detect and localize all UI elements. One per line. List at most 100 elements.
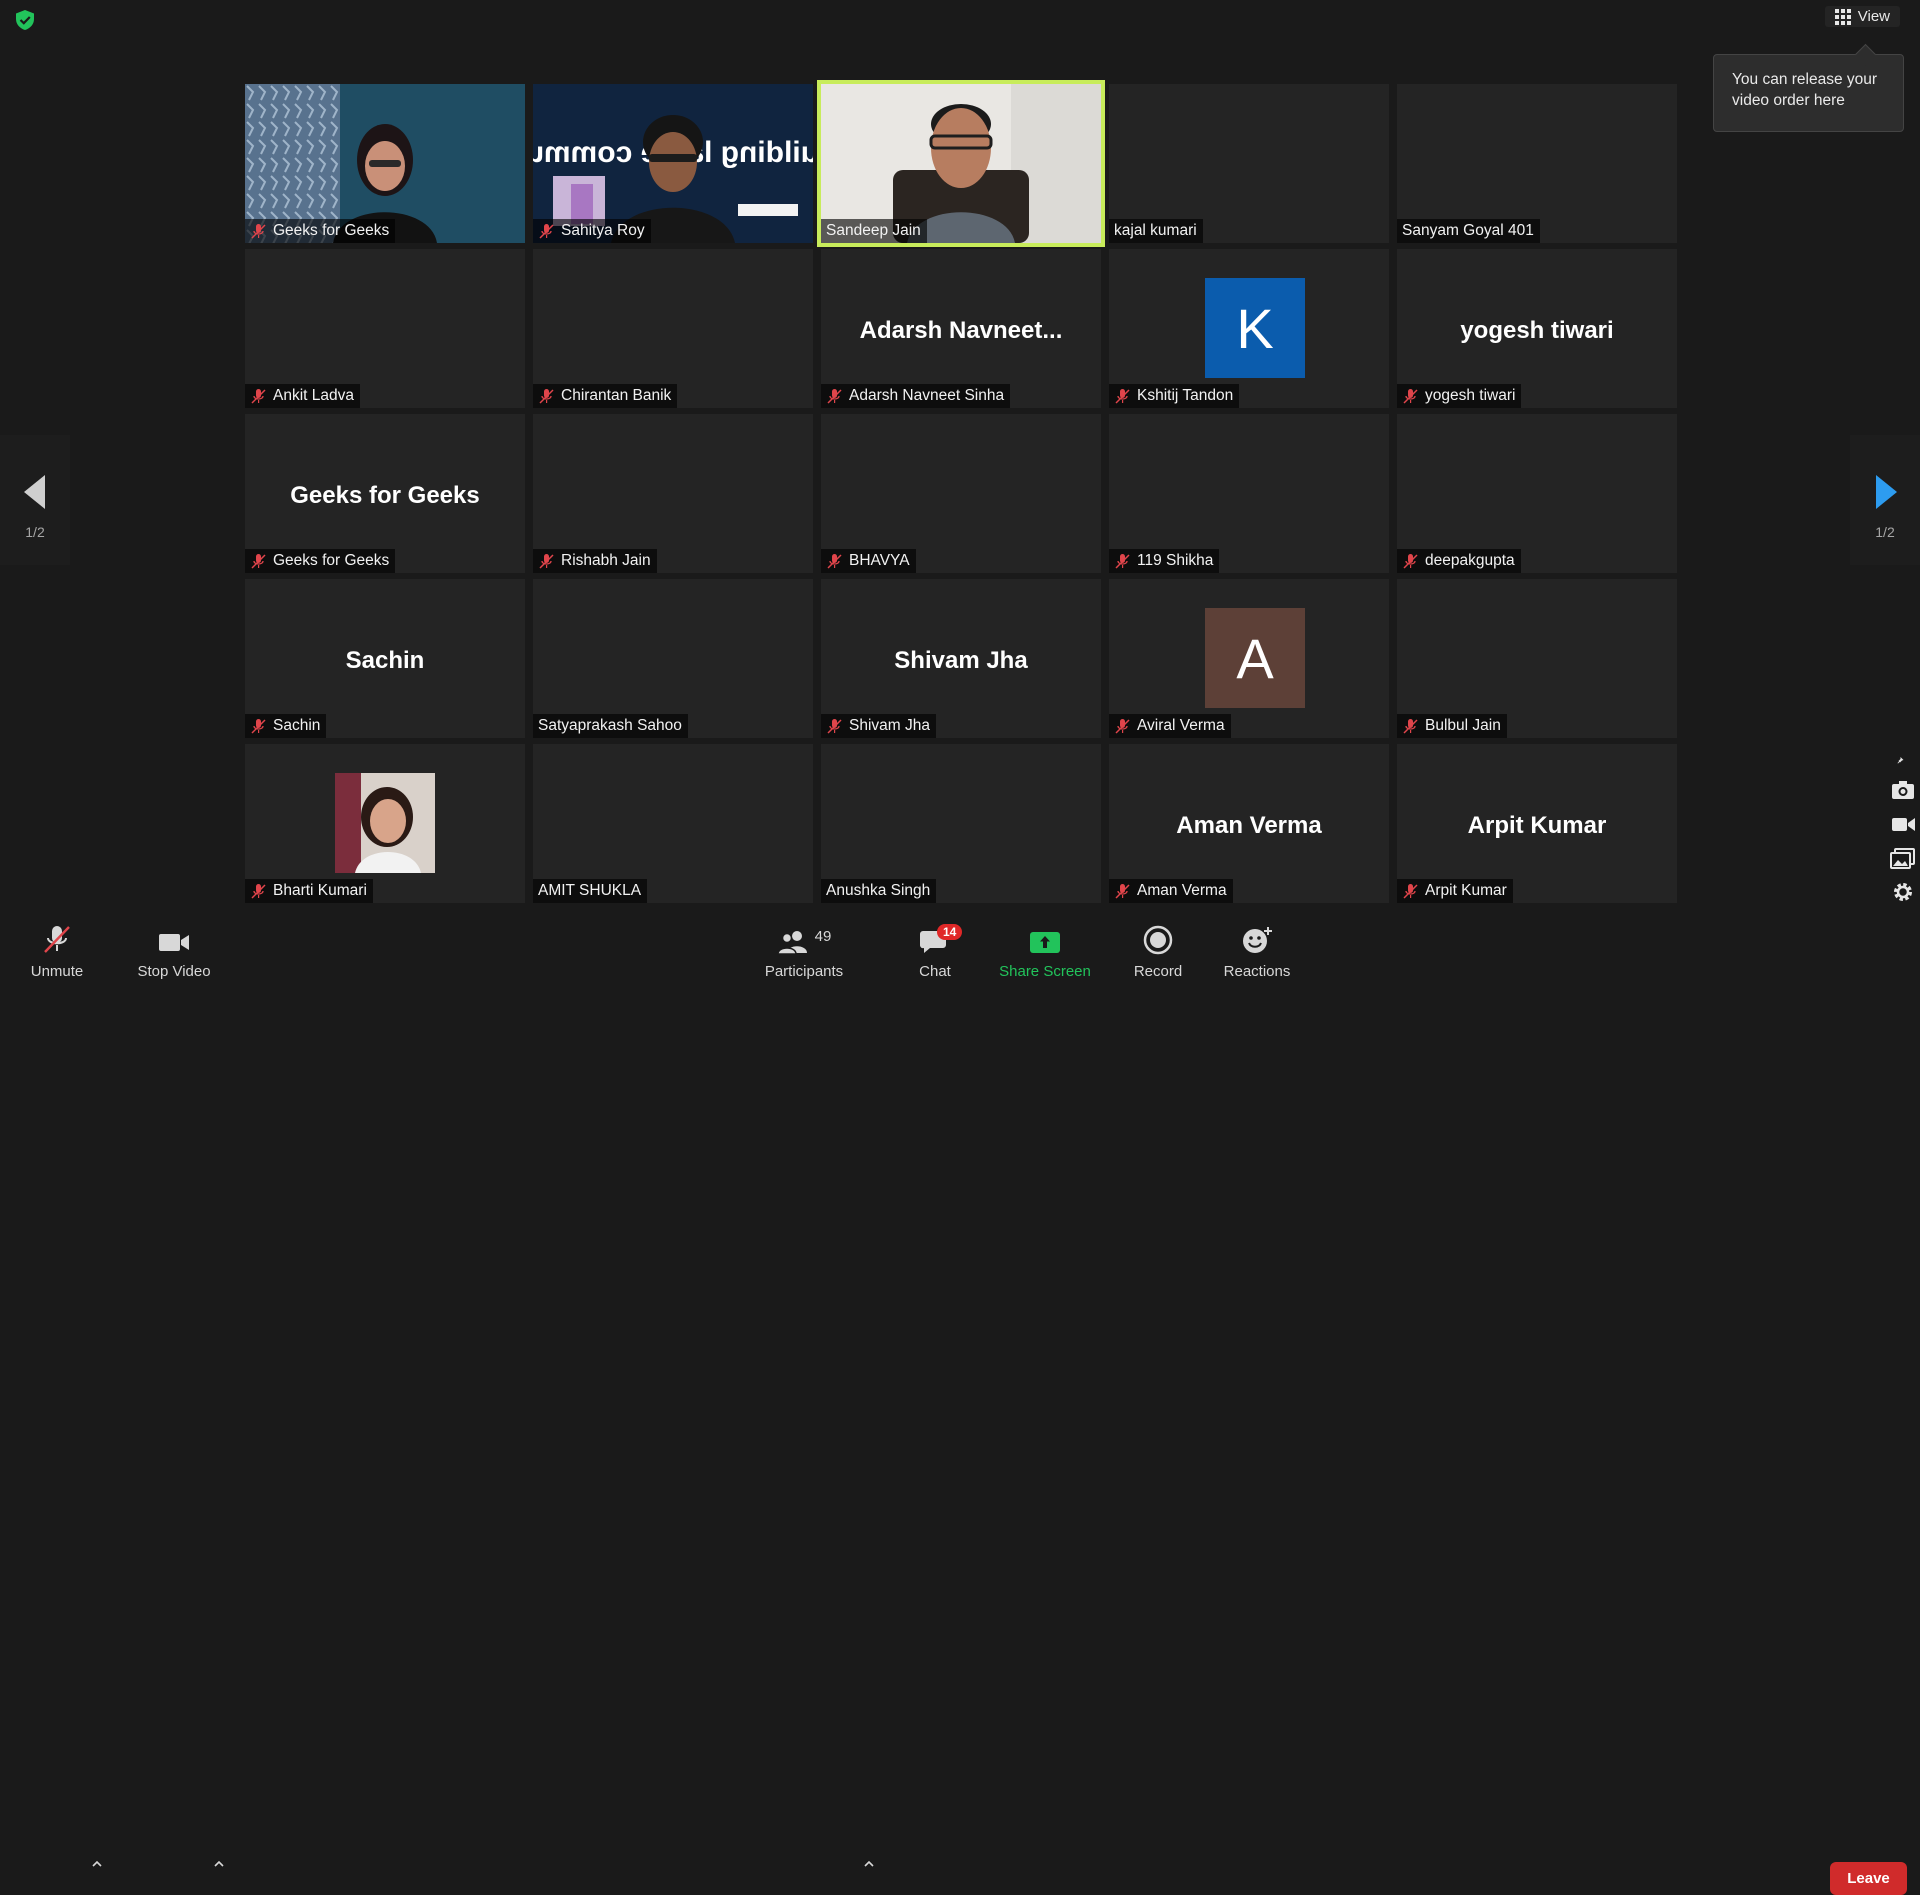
participant-tile[interactable]: BHAVYA	[821, 414, 1101, 573]
reactions-button[interactable]: Reactions	[1222, 917, 1292, 989]
participant-tile[interactable]: Rishabh Jain	[533, 414, 813, 573]
participant-display-name: yogesh tiwari	[1460, 317, 1614, 344]
video-camera-icon[interactable]	[1890, 812, 1916, 836]
participant-avatar: A	[1205, 608, 1305, 708]
participant-tile[interactable]: Bharti Kumari	[245, 744, 525, 903]
participant-name: yogesh tiwari	[1425, 387, 1516, 404]
muted-mic-icon	[251, 884, 266, 899]
participant-name: Bulbul Jain	[1425, 717, 1501, 734]
participant-tile[interactable]: Geeks for Geeks Geeks for Geeks	[245, 414, 525, 573]
participant-name-tag: Bulbul Jain	[1397, 714, 1507, 738]
participants-button[interactable]: 49 Participants	[760, 917, 848, 989]
muted-mic-icon	[827, 389, 842, 404]
participant-name-tag: Satyaprakash Sahoo	[533, 714, 688, 738]
participant-tile[interactable]: Satyaprakash Sahoo	[533, 579, 813, 738]
record-button[interactable]: Record	[1130, 917, 1186, 989]
participant-tile[interactable]: AMIT SHUKLA	[533, 744, 813, 903]
participant-name-tag: Anushka Singh	[821, 879, 937, 903]
participant-tile[interactable]: Sachin Sachin	[245, 579, 525, 738]
participant-name: Sahitya Roy	[561, 222, 645, 239]
participant-name: AMIT SHUKLA	[538, 882, 642, 899]
chevron-right-icon	[1876, 475, 1897, 509]
participant-name: Sachin	[273, 717, 321, 734]
participant-tile[interactable]: Aman Verma Aman Verma	[1109, 744, 1389, 903]
participant-tile[interactable]: yogesh tiwari yogesh tiwari	[1397, 249, 1677, 408]
participants-icon	[776, 931, 807, 955]
release-video-order-tooltip: You can release your video order here	[1713, 54, 1904, 132]
gallery-icon[interactable]	[1890, 846, 1916, 870]
next-page-button[interactable]: 1/2	[1850, 435, 1920, 565]
participant-tile[interactable]: Bulbul Jain	[1397, 579, 1677, 738]
chat-label: Chat	[919, 963, 951, 980]
participant-tile[interactable]: Adarsh Navneet... Adarsh Navneet Sinha	[821, 249, 1101, 408]
participant-name-tag: Chirantan Banik	[533, 384, 678, 408]
grid-view-icon	[1834, 8, 1851, 25]
muted-mic-icon	[1403, 554, 1418, 569]
unmute-button[interactable]: Unmute	[24, 917, 90, 989]
unmute-label: Unmute	[30, 963, 84, 980]
participant-name-tag: Geeks for Geeks	[245, 219, 396, 243]
participant-name-tag: Kshitij Tandon	[1109, 384, 1240, 408]
previous-page-button[interactable]: 1/2	[0, 435, 70, 565]
muted-mic-icon	[251, 224, 266, 239]
page-indicator-right: 1/2	[1875, 524, 1895, 540]
participant-tile[interactable]: uilding large communitySahitya Roy	[533, 84, 813, 243]
stop-video-button[interactable]: Stop Video	[134, 917, 214, 989]
shield-check-icon[interactable]	[14, 9, 36, 31]
participant-tile[interactable]: K Kshitij Tandon	[1109, 249, 1389, 408]
participant-name: Anushka Singh	[826, 882, 931, 899]
camera-icon[interactable]	[1890, 778, 1916, 802]
participant-video-grid: Geeks for Geeks uilding large communitySa…	[245, 80, 1677, 903]
participant-tile[interactable]: Sanyam Goyal 401	[1397, 84, 1677, 243]
record-label: Record	[1133, 963, 1183, 980]
muted-microphone-icon	[44, 926, 70, 953]
settings-gear-icon[interactable]	[1890, 880, 1916, 904]
stop-video-label: Stop Video	[137, 963, 211, 980]
share-screen-label: Share Screen	[999, 963, 1091, 980]
participant-name: Adarsh Navneet Sinha	[849, 387, 1005, 404]
participant-name-tag: deepakgupta	[1397, 549, 1521, 573]
participant-tile[interactable]: Shivam Jha Shivam Jha	[821, 579, 1101, 738]
participant-name: Aman Verma	[1137, 882, 1227, 899]
participant-avatar: K	[1205, 278, 1305, 378]
record-icon	[1143, 925, 1173, 955]
pin-icon[interactable]	[1890, 756, 1916, 768]
chat-unread-badge: 14	[937, 924, 963, 940]
participant-name: Rishabh Jain	[561, 552, 651, 569]
chat-button[interactable]: Chat 14	[910, 917, 963, 989]
participant-name-tag: AMIT SHUKLA	[533, 879, 648, 903]
muted-mic-icon	[539, 389, 554, 404]
participant-tile[interactable]: deepakgupta	[1397, 414, 1677, 573]
participant-count: 49	[814, 928, 832, 945]
participant-tile[interactable]: Geeks for Geeks	[245, 84, 525, 243]
participant-tile[interactable]: Ankit Ladva	[245, 249, 525, 408]
muted-mic-icon	[1115, 554, 1130, 569]
participant-name: Bharti Kumari	[273, 882, 367, 899]
participant-name-tag: yogesh tiwari	[1397, 384, 1522, 408]
participants-options-caret-icon[interactable]	[863, 1860, 875, 1868]
participant-tile[interactable]: A Aviral Verma	[1109, 579, 1389, 738]
participant-tile[interactable]: 119 Shikha	[1109, 414, 1389, 573]
participant-display-name: Shivam Jha	[894, 647, 1028, 674]
participant-display-name: Sachin	[345, 647, 425, 674]
participant-tile[interactable]: kajal kumari	[1109, 84, 1389, 243]
participant-tile[interactable]: Chirantan Banik	[533, 249, 813, 408]
participant-tile[interactable]: Arpit Kumar Arpit Kumar	[1397, 744, 1677, 903]
muted-mic-icon	[251, 719, 266, 734]
view-button[interactable]: View	[1824, 6, 1900, 27]
participant-name: Sanyam Goyal 401	[1402, 222, 1534, 239]
muted-mic-icon	[827, 719, 842, 734]
share-screen-button[interactable]: Share Screen	[998, 917, 1092, 989]
video-options-caret-icon[interactable]	[213, 1860, 225, 1868]
participant-name: Satyaprakash Sahoo	[538, 717, 682, 734]
leave-meeting-button[interactable]: Leave	[1830, 1862, 1907, 1895]
muted-mic-icon	[251, 389, 266, 404]
participant-name: Geeks for Geeks	[273, 552, 390, 569]
audio-options-caret-icon[interactable]	[91, 1860, 103, 1868]
participant-name-tag: Adarsh Navneet Sinha	[821, 384, 1011, 408]
participant-name: Aviral Verma	[1137, 717, 1225, 734]
participant-name-tag: Sanyam Goyal 401	[1397, 219, 1540, 243]
participant-name: Ankit Ladva	[273, 387, 354, 404]
participant-tile[interactable]: Sandeep Jain	[817, 80, 1105, 247]
participant-tile[interactable]: Anushka Singh	[821, 744, 1101, 903]
